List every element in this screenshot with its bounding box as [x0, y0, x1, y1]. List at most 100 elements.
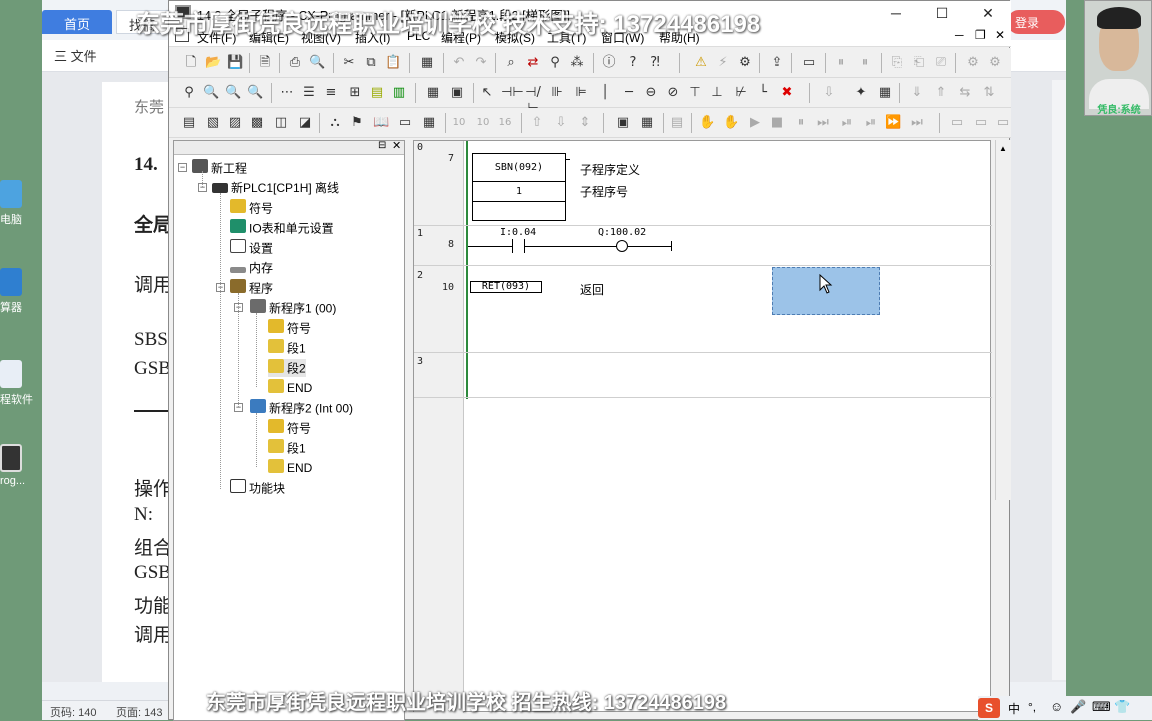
- zoom-fit-icon[interactable]: ⚲: [181, 85, 197, 101]
- tree-item-program2[interactable]: 新程序2 (Int 00): [250, 399, 353, 417]
- nc-coil-icon[interactable]: ⊘: [665, 85, 681, 101]
- print-icon[interactable]: ⎙: [287, 55, 303, 71]
- memory-view-icon[interactable]: ▭: [397, 115, 413, 131]
- find-icon[interactable]: ⌕: [503, 55, 519, 71]
- cut-icon[interactable]: ✂: [341, 55, 357, 71]
- ladder-view-icon[interactable]: ▦: [425, 85, 441, 101]
- collapse-icon[interactable]: −: [178, 163, 187, 172]
- open-icon[interactable]: 📂: [205, 55, 221, 71]
- line-connect-icon[interactable]: └: [755, 85, 771, 101]
- list-icon[interactable]: ≡: [323, 85, 339, 101]
- desktop-icon-programmer[interactable]: rog...: [0, 444, 40, 487]
- or-nc-contact-icon[interactable]: ⊫: [573, 85, 589, 101]
- tree-item-program1-symbols[interactable]: 符号: [268, 319, 311, 337]
- keyboard-icon[interactable]: ⌨: [1092, 699, 1111, 715]
- tree-item-program1-section1[interactable]: 段1: [268, 339, 306, 357]
- sim-step-icon[interactable]: ⏭: [815, 115, 831, 131]
- sim-break3-icon[interactable]: ▭: [995, 115, 1011, 131]
- program-check-icon[interactable]: ✦: [853, 85, 869, 101]
- reset-icon[interactable]: ⇩: [553, 115, 569, 131]
- no-contact-icon[interactable]: ⊣⊢: [501, 85, 524, 101]
- ladder-cursor[interactable]: [772, 267, 880, 315]
- verify-icon[interactable]: ⚙: [987, 55, 1003, 71]
- tab-home[interactable]: 首页: [42, 10, 112, 34]
- address-ref-icon[interactable]: ⁂: [569, 55, 585, 71]
- mdi-minimize-icon[interactable]: ─: [955, 28, 964, 42]
- replace-icon[interactable]: ⇄: [525, 55, 541, 71]
- output-coil[interactable]: [616, 240, 628, 252]
- tree-item-memory[interactable]: 内存: [230, 259, 273, 277]
- close-button[interactable]: ✕: [965, 1, 1011, 25]
- instruction2-icon[interactable]: ⊥: [709, 85, 725, 101]
- tree-item-program1[interactable]: 新程序1 (00): [250, 299, 336, 317]
- pin-icon[interactable]: ⊟: [378, 140, 386, 151]
- instruction-icon[interactable]: ⊤: [687, 85, 703, 101]
- ret-instruction-block[interactable]: RET(093): [470, 281, 542, 293]
- pause-icon[interactable]: ⏸: [857, 55, 873, 71]
- step-icon[interactable]: ⏸: [833, 55, 849, 71]
- scroll-up-icon[interactable]: ▲: [999, 144, 1007, 153]
- output-window-icon[interactable]: ▧: [205, 115, 221, 131]
- decimal-icon[interactable]: 10: [475, 115, 491, 131]
- tree-item-settings[interactable]: 设置: [230, 239, 273, 257]
- tree-item-program2-section1[interactable]: 段1: [268, 439, 306, 457]
- online-edit-icon[interactable]: ⎘: [889, 55, 905, 71]
- force-icon[interactable]: ⇅: [981, 85, 997, 101]
- sim-stop-icon[interactable]: ■: [769, 115, 785, 131]
- zoom-icon[interactable]: 🔍: [247, 85, 263, 101]
- network-icon[interactable]: ⛬: [327, 115, 343, 131]
- wps-scrollbar[interactable]: [1052, 80, 1066, 680]
- symbol-table-icon[interactable]: ▥: [391, 85, 407, 101]
- compile-icon[interactable]: ⚙: [737, 55, 753, 71]
- set-icon[interactable]: ⇧: [529, 115, 545, 131]
- zoom-out-icon[interactable]: 🔍: [225, 85, 241, 101]
- sim-step-in-icon[interactable]: ⏯: [839, 115, 855, 131]
- ladder-editor[interactable]: 0 7 1 8 2 10 3 SBN(092) 1 子程序定义 子程序号 I:0…: [413, 140, 992, 713]
- binary-icon[interactable]: 10: [451, 115, 467, 131]
- horizontal-line-icon[interactable]: ─: [621, 85, 637, 101]
- sim-run-icon[interactable]: ▶: [747, 115, 763, 131]
- ime-mode-icon[interactable]: 中: [1008, 700, 1020, 717]
- maximize-button[interactable]: ☐: [919, 1, 965, 25]
- bit-icon[interactable]: ⊬: [733, 85, 749, 101]
- edit-cancel-icon[interactable]: ⎚: [933, 55, 949, 71]
- memory-card-icon[interactable]: ▦: [419, 55, 435, 71]
- book-icon[interactable]: 📖: [373, 115, 389, 131]
- tree-item-program1-end[interactable]: END: [268, 379, 312, 397]
- or-no-contact-icon[interactable]: ⊪: [549, 85, 565, 101]
- sim-hand-icon[interactable]: ✋: [699, 115, 715, 131]
- ladder-vertical-scrollbar[interactable]: ▲: [995, 140, 1011, 500]
- print-preview-icon[interactable]: 🔍: [309, 55, 325, 71]
- new-icon[interactable]: 🗋: [183, 55, 199, 71]
- warning-icon[interactable]: ⚠: [693, 55, 709, 71]
- tree-item-program1-section2[interactable]: 段2: [268, 359, 306, 377]
- tree-item-symbols[interactable]: 符号: [230, 199, 273, 217]
- grid-window-icon[interactable]: ▦: [421, 115, 437, 131]
- undo-icon[interactable]: ↶: [451, 55, 467, 71]
- cross-ref-icon[interactable]: ⚲: [547, 55, 563, 71]
- emoji-icon[interactable]: ☺: [1050, 699, 1063, 714]
- calendar-icon[interactable]: ▦: [877, 85, 893, 101]
- help-icon[interactable]: ?: [625, 55, 641, 71]
- paste-icon[interactable]: 📋: [385, 55, 401, 71]
- sbn-instruction-block[interactable]: SBN(092) 1: [472, 153, 566, 221]
- address-window-icon[interactable]: ▩: [249, 115, 265, 131]
- upload-icon[interactable]: ⇑: [933, 85, 949, 101]
- info-icon[interactable]: ⓘ: [601, 55, 617, 71]
- punctuation-icon[interactable]: °,: [1028, 700, 1036, 714]
- monitor-icon[interactable]: ▭: [801, 55, 817, 71]
- rung-comment-icon[interactable]: ▤: [369, 85, 385, 101]
- context-help-icon[interactable]: ⁈: [647, 55, 663, 71]
- sim-end-icon[interactable]: ⏭: [909, 115, 925, 131]
- tree-item-project[interactable]: 新工程: [192, 159, 247, 177]
- mnemonic-view-icon[interactable]: ▣: [449, 85, 465, 101]
- input-method-icon[interactable]: S: [978, 698, 1000, 718]
- tree-close-icon[interactable]: ✕: [392, 139, 401, 152]
- mdi-restore-icon[interactable]: ❐: [975, 28, 986, 42]
- select-icon[interactable]: ↖: [479, 85, 495, 101]
- sim-step-out-icon[interactable]: ⏯: [863, 115, 879, 131]
- sim-break-icon[interactable]: ▭: [949, 115, 965, 131]
- redo-icon[interactable]: ↷: [473, 55, 489, 71]
- plc-transfer-icon[interactable]: ⇪: [769, 55, 785, 71]
- tree-item-plc[interactable]: 新PLC1[CP1H] 离线: [212, 179, 339, 197]
